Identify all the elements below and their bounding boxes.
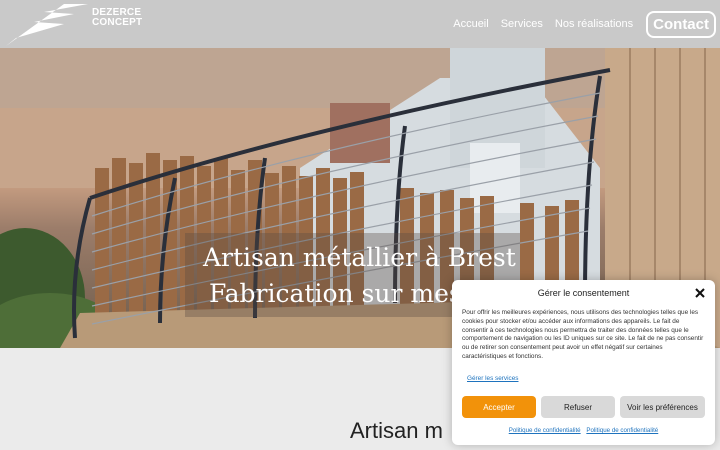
nav-services[interactable]: Services xyxy=(501,18,543,30)
logo-text: DEZERCE CONCEPT xyxy=(92,8,142,28)
section-heading: Artisan m xyxy=(350,418,443,443)
logo-line2: CONCEPT xyxy=(92,17,143,28)
accept-button[interactable]: Accepter xyxy=(462,396,536,418)
main-nav: Accueil Services Nos réalisations Contac… xyxy=(453,0,720,48)
hero-title-line1: Artisan métallier à Brest xyxy=(203,243,516,272)
logo-mark-icon xyxy=(6,4,88,46)
view-preferences-button[interactable]: Voir les préférences xyxy=(620,396,705,418)
nav-realisations[interactable]: Nos réalisations xyxy=(555,18,633,30)
privacy-policy-link-1[interactable]: Politique de confidentialité xyxy=(509,427,581,434)
nav-accueil[interactable]: Accueil xyxy=(453,18,488,30)
hero-title-line2: Fabrication sur mes xyxy=(209,279,462,308)
contact-button[interactable]: Contact xyxy=(646,10,716,38)
cookie-consent-dialog: Gérer le consentement Pour offrir les me… xyxy=(452,280,715,445)
consent-text: Pour offrir les meilleures expériences, … xyxy=(462,309,704,360)
manage-services-link[interactable]: Gérer les services xyxy=(467,375,519,382)
site-header: DEZERCE CONCEPT Accueil Services Nos réa… xyxy=(0,0,720,48)
policy-links: Politique de confidentialité Politique d… xyxy=(452,427,715,434)
consent-title: Gérer le consentement xyxy=(537,288,630,298)
close-icon[interactable] xyxy=(693,286,707,300)
privacy-policy-link-2[interactable]: Politique de confidentialité xyxy=(586,427,658,434)
logo[interactable]: DEZERCE CONCEPT xyxy=(4,2,154,48)
refuse-button[interactable]: Refuser xyxy=(541,396,615,418)
